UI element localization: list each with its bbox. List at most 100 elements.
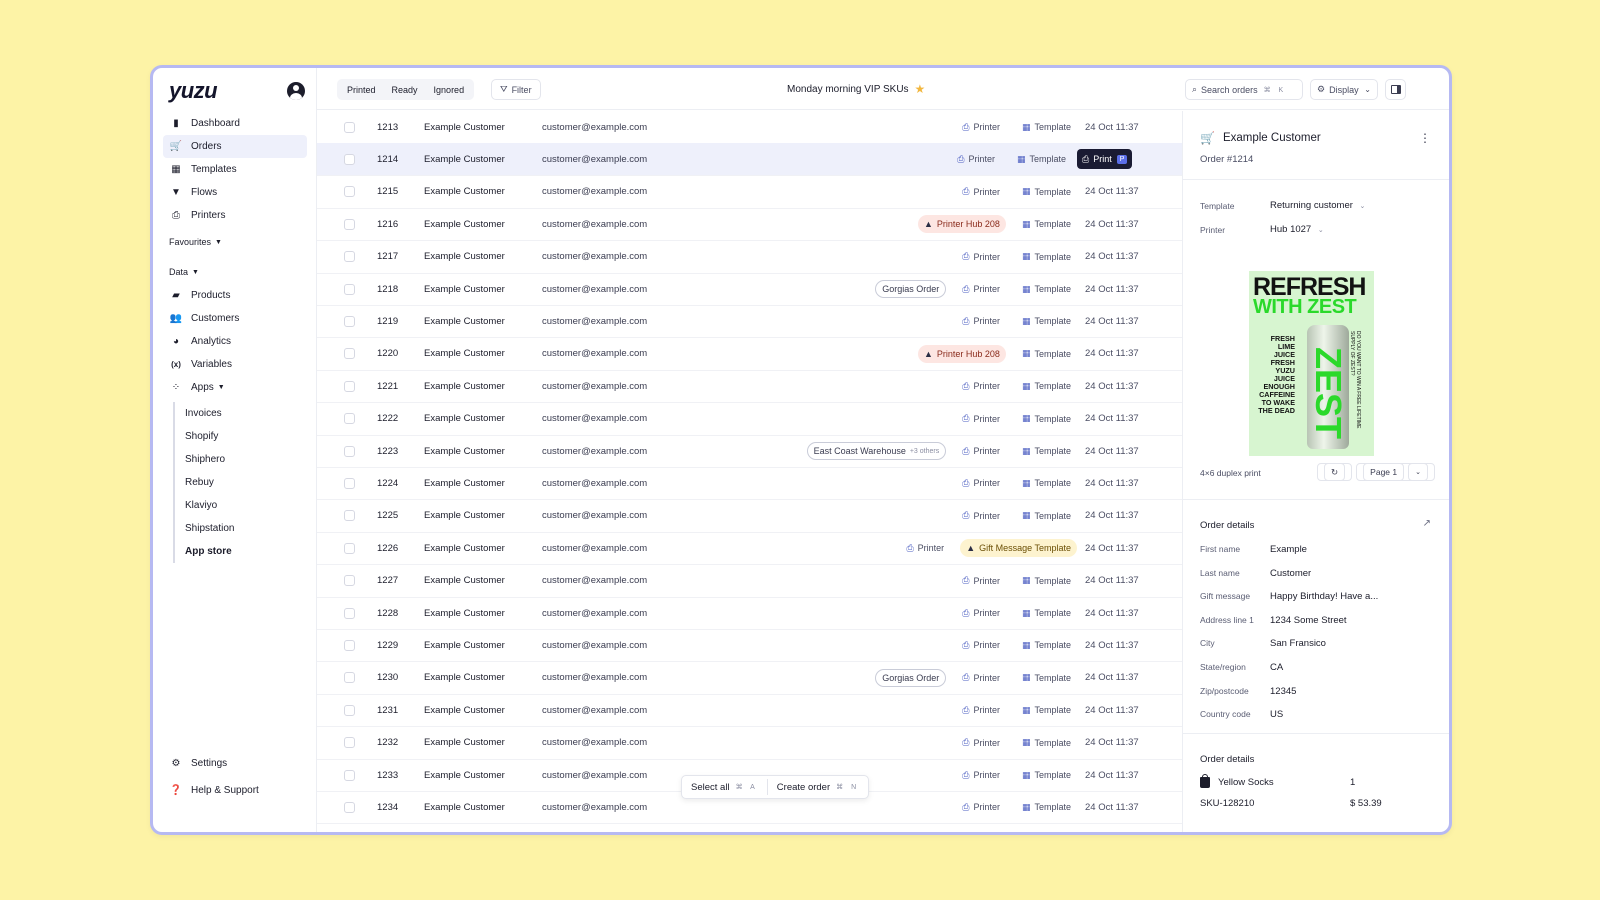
user-avatar-icon[interactable] (287, 82, 305, 100)
printer-tag[interactable]: ⎙ Printer (956, 604, 1006, 622)
row-checkbox[interactable] (344, 477, 355, 489)
row-checkbox[interactable] (344, 575, 355, 587)
order-tag[interactable]: Gorgias Order (875, 280, 947, 298)
template-tag[interactable]: ▦ Template (1016, 766, 1077, 784)
sidebar-item-templates[interactable]: ▦ Templates (163, 158, 307, 181)
row-checkbox[interactable] (344, 251, 355, 263)
sidebar-item-help[interactable]: ❓ Help & Support (163, 779, 307, 802)
row-checkbox[interactable] (344, 542, 355, 554)
template-tag[interactable]: ▦ Template (1016, 474, 1077, 492)
template-tag[interactable]: ▦ Template (1016, 215, 1077, 233)
table-row[interactable]: 1222 Example Customer customer@example.com… (317, 403, 1182, 436)
page-select[interactable]: Page 1 ⌄ (1356, 463, 1435, 481)
table-row[interactable]: 1217 Example Customer customer@example.com… (317, 241, 1182, 274)
template-tag[interactable]: ▦ Template (1016, 669, 1077, 687)
table-row[interactable]: 1220 Example Customer customer@example.com… (317, 338, 1182, 371)
print-button[interactable]: ⎙ Print P (1077, 149, 1133, 170)
printer-tag[interactable]: ⎙ Printer (956, 118, 1006, 136)
template-tag[interactable]: ▦ Template (1016, 377, 1077, 395)
table-row[interactable]: 1232 Example Customer customer@example.com… (317, 727, 1182, 760)
rotate-button[interactable]: ↻ (1317, 463, 1353, 481)
panel-toggle-button[interactable] (1385, 79, 1406, 100)
segment-ignored[interactable]: Ignored (426, 81, 473, 98)
row-checkbox[interactable] (344, 315, 355, 327)
template-tag[interactable]: ▦ Template (1016, 118, 1077, 136)
template-tag[interactable]: ▦ Template (1016, 701, 1077, 719)
filter-button[interactable]: ⛛ Filter (491, 79, 541, 100)
template-tag[interactable]: ▦ Template (1016, 345, 1077, 363)
sidebar-item-variables[interactable]: (x) Variables (163, 353, 307, 376)
sidebar-item-orders[interactable]: 🛒 Orders (163, 135, 307, 158)
row-checkbox[interactable] (344, 153, 355, 165)
row-checkbox[interactable] (344, 121, 355, 133)
table-row[interactable]: 1225 Example Customer customer@example.com… (317, 500, 1182, 533)
table-row[interactable]: 1213 Example Customer customer@example.com… (317, 111, 1182, 144)
select-all-button[interactable]: Select all ⌘ A (686, 782, 763, 793)
table-row[interactable]: 1228 Example Customer customer@example.com… (317, 597, 1182, 630)
row-checkbox[interactable] (344, 283, 355, 295)
template-select[interactable]: Returning customer ⌄ (1270, 200, 1365, 211)
table-row[interactable]: 1226 Example Customer customer@example.com… (317, 532, 1182, 566)
template-warning-tag[interactable]: ▲ Gift Message Template (960, 539, 1077, 558)
table-row[interactable]: 1227 Example Customer customer@example.com… (317, 565, 1182, 598)
template-tag[interactable]: ▦ Template (1016, 734, 1077, 752)
printer-tag[interactable]: ⎙ Printer (956, 798, 1006, 816)
template-tag[interactable]: ▦ Template (1016, 410, 1077, 428)
template-tag[interactable]: ▦ Template (1016, 798, 1077, 816)
table-row[interactable]: 1215 Example Customer customer@example.com… (317, 176, 1182, 209)
table-row[interactable]: 1216 Example Customer customer@example.com… (317, 208, 1182, 242)
sidebar-item-customers[interactable]: 👥 Customers (163, 307, 307, 330)
template-tag[interactable]: ▦ Template (1016, 507, 1077, 525)
printer-warning-tag[interactable]: ▲ Printer Hub 208 (917, 344, 1006, 363)
template-tag[interactable]: ▦ Template (1016, 442, 1077, 460)
create-order-button[interactable]: Create order ⌘ N (772, 782, 864, 793)
sidebar-item-products[interactable]: ▰ Products (163, 284, 307, 307)
segment-printed[interactable]: Printed (339, 81, 384, 98)
printer-tag[interactable]: ⎙ Printer (956, 734, 1006, 752)
data-toggle[interactable]: Data ▼ (163, 264, 307, 280)
printer-tag[interactable]: ⎙ Printer (956, 312, 1006, 330)
segment-ready[interactable]: Ready (384, 81, 426, 98)
table-row[interactable]: 1224 Example Customer customer@example.com… (317, 467, 1182, 501)
template-tag[interactable]: ▦ Template (1016, 604, 1077, 622)
print-preview[interactable]: REFRESH WITH ZEST FRESH LIME JUICE FRESH… (1249, 271, 1374, 456)
app-item-app-store[interactable]: App store (175, 540, 293, 563)
search-orders-button[interactable]: ⌕ Search orders ⌘ K (1185, 79, 1303, 100)
row-checkbox[interactable] (344, 413, 355, 425)
printer-tag[interactable]: ⎙ Printer (956, 766, 1006, 784)
printer-tag[interactable]: ⎙ Printer (956, 248, 1006, 266)
app-item-klaviyo[interactable]: Klaviyo (175, 494, 293, 517)
table-row[interactable]: 1221 Example Customer customer@example.com… (317, 370, 1182, 404)
row-checkbox[interactable] (344, 801, 355, 813)
printer-tag[interactable]: ⎙ Printer (956, 442, 1006, 460)
sidebar-item-dashboard[interactable]: ▮ Dashboard (163, 112, 307, 135)
sidebar-item-settings[interactable]: ⚙ Settings (163, 752, 307, 775)
printer-tag[interactable]: ⎙ Printer (956, 701, 1006, 719)
row-checkbox[interactable] (344, 639, 355, 651)
printer-tag[interactable]: ⎙ Printer (956, 280, 1006, 298)
sidebar-item-analytics[interactable]: ◕ Analytics (163, 330, 307, 353)
row-checkbox[interactable] (344, 704, 355, 716)
row-checkbox[interactable] (344, 380, 355, 392)
template-tag[interactable]: ▦ Template (1016, 248, 1077, 266)
row-checkbox[interactable] (344, 607, 355, 619)
table-row[interactable]: 1223 Example Customer customer@example.com… (317, 435, 1182, 468)
app-item-shopify[interactable]: Shopify (175, 425, 293, 448)
row-checkbox[interactable] (344, 348, 355, 360)
order-tag[interactable]: Gorgias Order (875, 668, 947, 687)
printer-tag[interactable]: ⎙ Printer (956, 636, 1006, 654)
sidebar-item-printers[interactable]: ⎙ Printers (163, 204, 307, 227)
printer-select[interactable]: Hub 1027 ⌄ (1270, 224, 1324, 235)
row-checkbox[interactable] (344, 445, 355, 457)
template-tag[interactable]: ▦ Template (1016, 280, 1077, 298)
row-checkbox[interactable] (344, 186, 355, 198)
external-link-icon[interactable]: ↗ (1423, 518, 1431, 529)
row-checkbox[interactable] (344, 737, 355, 749)
printer-tag[interactable]: ⎙ Printer (956, 572, 1006, 590)
sidebar-item-flows[interactable]: ▼ Flows (163, 181, 307, 204)
printer-tag[interactable]: ⎙ Printer (956, 669, 1006, 687)
table-row[interactable]: 1229 Example Customer customer@example.com… (317, 629, 1182, 663)
display-button[interactable]: ⚙ Display ⌄ (1310, 79, 1378, 100)
template-tag[interactable]: ▦ Template (1016, 312, 1077, 330)
row-checkbox[interactable] (344, 510, 355, 522)
